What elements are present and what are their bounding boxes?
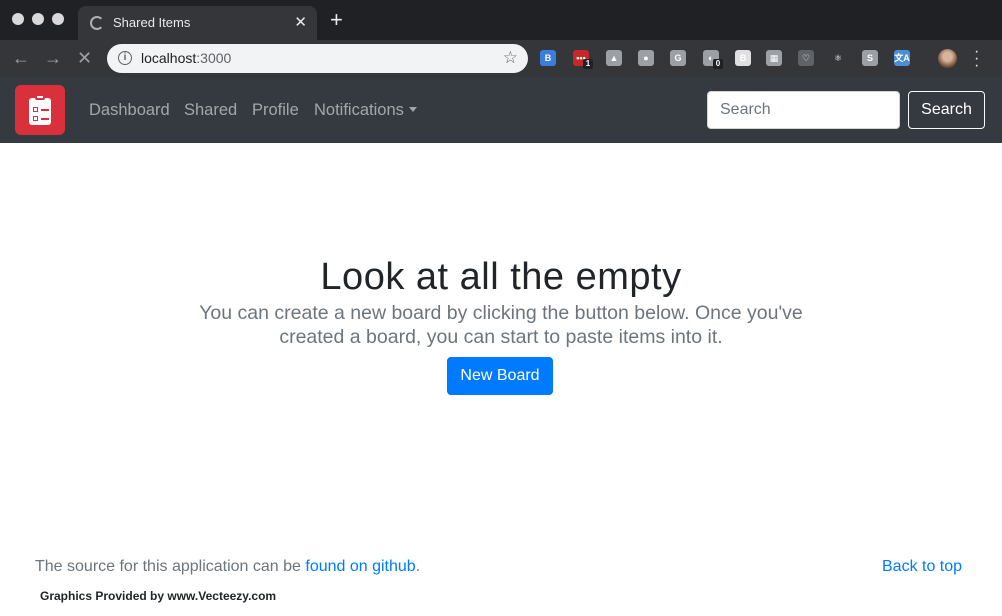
tab-title: Shared Items [113,15,191,30]
footer-source-text: The source for this application can be f… [35,558,421,575]
browser-tab-strip: Shared Items ✕ + [0,0,1002,40]
dropdown-caret-icon [408,107,417,112]
lastpass-ext-icon[interactable]: ••• 1 [573,50,593,69]
search-button[interactable]: Search [908,91,985,129]
window-zoom-button[interactable] [52,13,64,25]
graphics-credit: Graphics Provided by www.Vecteezy.com [40,589,277,603]
tab-close-icon[interactable]: ✕ [294,13,307,31]
pocket-ext-icon[interactable]: ♡ [798,50,814,66]
clipboard-logo-icon[interactable] [15,85,65,135]
grammarly-ext-icon[interactable]: G [670,50,686,66]
s-ext-icon[interactable]: S [862,50,878,66]
nav-dashboard-link[interactable]: Dashboard [89,101,170,120]
new-tab-icon[interactable]: + [330,8,343,32]
back-to-top-link[interactable]: Back to top [882,558,962,576]
site-info-icon[interactable]: i [118,51,132,65]
github-link[interactable]: found on github [305,558,415,575]
nav-notifications-dropdown[interactable]: Notifications [314,101,417,120]
bookmark-star-icon[interactable]: ☆ [503,48,518,68]
clipboard-ext-icon[interactable]: ▦ [766,50,782,66]
back-arrow-icon[interactable]: ← [12,48,30,68]
app-navbar: Dashboard Shared Profile Notifications S… [0,77,1002,143]
address-bar[interactable]: i localhost:3000 ☆ [107,44,528,73]
loading-spinner-icon [90,16,104,30]
circle-ext-icon[interactable]: ● [638,50,654,66]
b-square-ext-icon[interactable]: B [735,50,751,66]
nav-profile-link[interactable]: Profile [252,101,299,120]
nav-shared-link[interactable]: Shared [184,101,237,120]
empty-state-description: You can create a new board by clicking t… [199,302,803,348]
browser-toolbar: ← → ✕ i localhost:3000 ☆ B ••• 1 ▲ ● G ◐ 0 B ▦ ♡ ⚛ S… [0,40,1002,77]
translate-ext-icon[interactable]: 文A [894,50,910,66]
new-board-button[interactable]: New Board [447,357,553,395]
bootstrap-ext-icon[interactable]: B [540,50,556,66]
react-ext-icon[interactable]: ⚛ [830,50,846,66]
extension-badge: 1 [583,59,593,69]
window-minimize-button[interactable] [32,13,44,25]
stop-loading-icon[interactable]: ✕ [77,48,92,68]
search-input[interactable] [707,91,900,129]
url-text[interactable]: localhost:3000 [141,50,231,66]
browser-tab[interactable]: Shared Items ✕ [78,6,317,40]
ghost-ext-icon[interactable]: ◐ 0 [703,50,723,69]
window-close-button[interactable] [12,13,24,25]
drive-ext-icon[interactable]: ▲ [606,50,622,66]
extension-badge: 0 [713,59,723,69]
browser-menu-icon[interactable]: · · · [974,44,979,74]
page-title: Look at all the empty [320,256,682,298]
forward-arrow-icon[interactable]: → [44,48,62,68]
profile-avatar[interactable] [938,49,957,68]
